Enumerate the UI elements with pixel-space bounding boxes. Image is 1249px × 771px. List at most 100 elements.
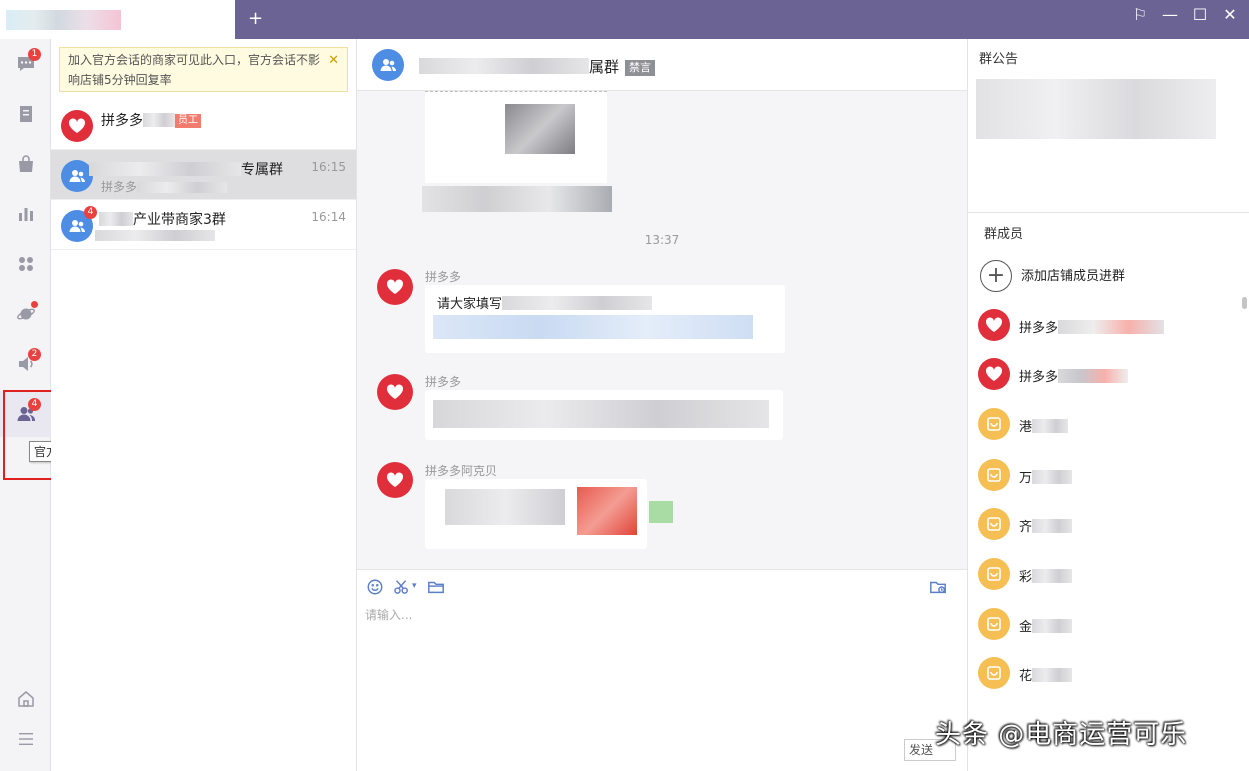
session-badge: 4 xyxy=(84,206,97,219)
folder-icon[interactable] xyxy=(427,578,445,600)
time-separator: 13:37 xyxy=(644,233,680,247)
avatar xyxy=(978,459,1010,491)
store-icon xyxy=(987,666,1001,680)
divider xyxy=(968,212,1249,213)
member-item[interactable]: 港 xyxy=(978,406,1238,442)
session-item[interactable]: 专属群 拼多多 16:15 xyxy=(51,150,356,200)
session-time: 16:14 xyxy=(311,210,346,224)
group-notice-title: 群公告 xyxy=(979,52,1019,67)
shared-image[interactable] xyxy=(425,91,607,183)
maximize-button[interactable]: ☐ xyxy=(1189,5,1211,24)
chevron-down-icon[interactable]: ▾ xyxy=(412,581,417,591)
avatar xyxy=(978,508,1010,540)
avatar xyxy=(61,110,93,142)
minimize-button[interactable]: — xyxy=(1159,5,1181,24)
chat-title: 属群 xyxy=(589,58,620,76)
shop-logo-icon xyxy=(6,10,121,30)
member-name: 拼多多 xyxy=(1019,370,1059,385)
session-item[interactable]: 拼多多 员工 xyxy=(51,100,356,150)
group-icon xyxy=(69,220,85,232)
group-notice-content xyxy=(976,79,1216,139)
sidebar-item-orders[interactable] xyxy=(0,91,51,137)
member-name: 拼多多 xyxy=(1019,321,1059,336)
sender-avatar[interactable] xyxy=(377,462,413,498)
member-name: 港 xyxy=(1019,420,1033,435)
sender-avatar[interactable] xyxy=(377,269,413,305)
heart-logo-icon xyxy=(386,472,404,487)
session-list: 加入官方会话的商家可见此入口，官方会话不影响店铺5分钟回复率 ✕ 拼多多 员工 专… xyxy=(51,39,357,771)
history-folder-icon[interactable] xyxy=(929,578,947,600)
explore-dot xyxy=(31,301,38,308)
sidebar-item-stats[interactable] xyxy=(0,191,51,237)
member-item[interactable]: 万 xyxy=(978,457,1238,493)
notice-banner: 加入官方会话的商家可见此入口，官方会话不影响店铺5分钟回复率 ✕ xyxy=(59,47,348,92)
session-time: 16:15 xyxy=(311,160,346,174)
session-name: 产业带商家3群 xyxy=(133,212,226,228)
session-item[interactable]: 4 产业带商家3群 16:14 xyxy=(51,200,356,250)
title-bar: + ⚐ — ☐ ✕ xyxy=(0,0,1249,39)
sidebar-item-messages[interactable]: 1 xyxy=(0,41,51,87)
session-subtitle: 拼多多 xyxy=(101,180,138,194)
chat-header: 属群 禁言 xyxy=(357,39,967,91)
heart-logo-icon xyxy=(68,118,86,133)
hamburger-menu-icon xyxy=(18,733,33,745)
member-name: 万 xyxy=(1019,471,1033,486)
scissors-icon[interactable] xyxy=(393,578,411,600)
sender-name: 拼多多 xyxy=(425,375,462,389)
message-composer: ▾ 请输入... xyxy=(357,569,967,771)
sender-name: 拼多多阿克贝 xyxy=(425,464,498,478)
store-icon xyxy=(987,617,1001,631)
emoji-icon[interactable] xyxy=(366,578,384,600)
mute-tag: 禁言 xyxy=(625,60,656,76)
avatar xyxy=(978,358,1010,390)
member-name: 彩 xyxy=(1019,570,1033,585)
heart-logo-icon xyxy=(985,317,1003,332)
member-item[interactable]: 齐 xyxy=(978,506,1238,542)
member-item[interactable]: 拼多多 xyxy=(978,307,1238,343)
avatar xyxy=(978,558,1010,590)
member-item[interactable]: 花 xyxy=(978,655,1238,691)
store-icon xyxy=(987,567,1001,581)
heart-logo-icon xyxy=(386,279,404,294)
sidebar-item-broadcast[interactable]: 2 xyxy=(0,341,51,387)
pin-icon[interactable]: ⚐ xyxy=(1129,5,1151,24)
message-bubble[interactable] xyxy=(425,390,783,440)
grid-icon xyxy=(18,257,33,271)
message-bubble[interactable] xyxy=(425,479,647,549)
group-icon xyxy=(380,59,396,71)
message-text: 请大家填写 xyxy=(437,297,503,312)
sidebar-item-goods[interactable] xyxy=(0,141,51,187)
chat-panel: 属群 禁言 13:37 拼多多 请大家填写 拼多多 拼多多阿克贝 ▾ 请输入..… xyxy=(357,39,967,771)
group-members-title: 群成员 xyxy=(984,227,1024,242)
scrollbar[interactable] xyxy=(1242,297,1247,309)
broadcast-badge: 2 xyxy=(28,348,41,361)
add-tab-button[interactable]: + xyxy=(248,8,263,29)
heart-logo-icon xyxy=(386,384,404,399)
shopping-bag-icon xyxy=(18,155,33,172)
session-name: 拼多多 xyxy=(101,113,143,129)
home-icon xyxy=(17,691,34,707)
notice-close-icon[interactable]: ✕ xyxy=(328,51,339,71)
sidebar-item-explore[interactable] xyxy=(0,291,51,337)
member-item[interactable]: 金 xyxy=(978,606,1238,642)
member-name: 齐 xyxy=(1019,520,1033,535)
avatar xyxy=(978,309,1010,341)
member-item[interactable]: 拼多多 xyxy=(978,356,1238,392)
sender-avatar[interactable] xyxy=(377,374,413,410)
close-button[interactable]: ✕ xyxy=(1219,5,1241,24)
avatar xyxy=(978,657,1010,689)
staff-tag: 员工 xyxy=(175,114,201,128)
notice-text: 加入官方会话的商家可见此入口，官方会话不影响店铺5分钟回复率 xyxy=(68,53,321,87)
member-item[interactable]: 彩 xyxy=(978,556,1238,592)
store-icon xyxy=(987,417,1001,431)
add-member-icon[interactable]: + xyxy=(980,260,1012,292)
tab-shop[interactable] xyxy=(0,0,235,39)
blurred-text xyxy=(422,186,612,212)
group-avatar xyxy=(372,49,404,81)
sidebar-item-apps[interactable] xyxy=(0,241,51,287)
messages-badge: 1 xyxy=(28,48,41,61)
message-input[interactable]: 请输入... xyxy=(365,606,412,623)
message-bubble[interactable]: 请大家填写 xyxy=(425,285,785,353)
sidebar-item-menu[interactable] xyxy=(0,716,51,762)
add-member-button[interactable]: 添加店铺成员进群 xyxy=(1021,265,1125,284)
